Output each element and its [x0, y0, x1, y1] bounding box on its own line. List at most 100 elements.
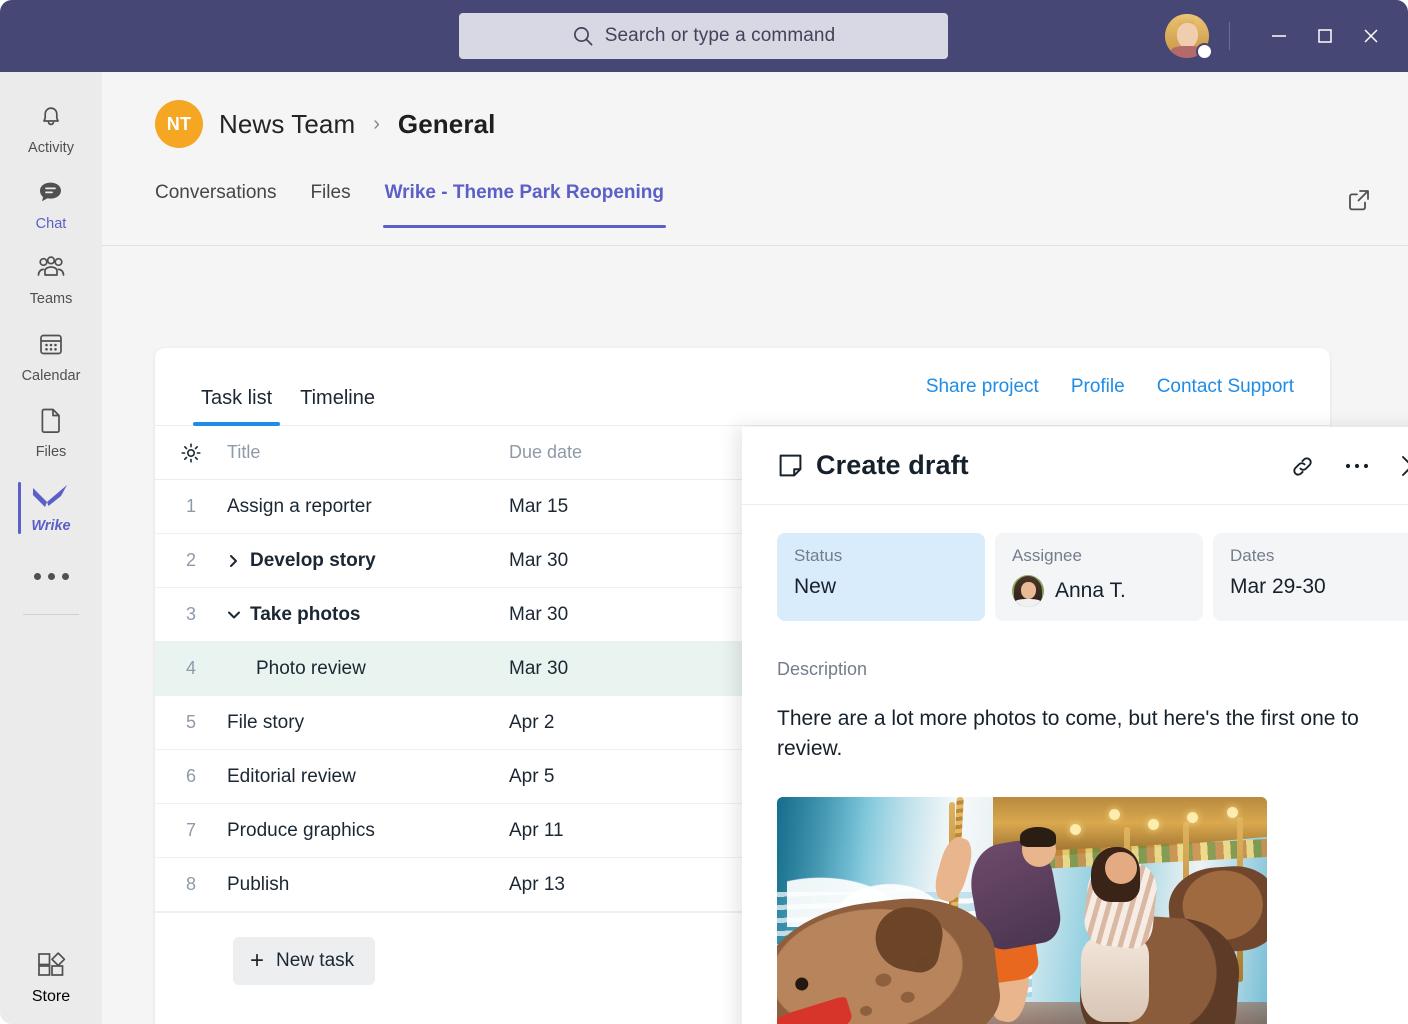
- presence-badge: [1196, 43, 1213, 60]
- row-title-group: Develop story: [227, 550, 509, 572]
- row-number: 8: [155, 874, 227, 895]
- tab-wrike-theme-park-reopening[interactable]: Wrike - Theme Park Reopening: [385, 174, 664, 228]
- wrike-checkmark-icon: [31, 483, 71, 514]
- sidebar-item-label: Store: [32, 988, 70, 1006]
- profile-link[interactable]: Profile: [1071, 376, 1125, 398]
- sidebar-item-calendar[interactable]: Calendar: [0, 318, 102, 394]
- app-rail: Activity Chat: [0, 72, 102, 1024]
- search-input[interactable]: Search or type a command: [459, 13, 948, 59]
- active-indicator: [18, 482, 21, 534]
- channel-tabs: Conversations Files Wrike - Theme Park R…: [102, 174, 1408, 246]
- title-bar: Search or type a command: [0, 0, 1408, 72]
- chat-bubble-icon: [35, 177, 67, 212]
- detail-header: Create draft: [742, 427, 1408, 505]
- dates-label: Dates: [1230, 546, 1408, 566]
- sidebar-item-store[interactable]: Store: [0, 948, 102, 1006]
- store-icon: [35, 948, 67, 983]
- more-dots-icon[interactable]: [1342, 451, 1372, 481]
- description-label: Description: [777, 659, 1408, 680]
- calendar-icon: [36, 329, 66, 364]
- bell-icon: [36, 101, 66, 136]
- link-icon[interactable]: [1287, 451, 1317, 481]
- sidebar-item-chat[interactable]: Chat: [0, 166, 102, 242]
- wrike-toolbar: Task list Timeline Share project Profile…: [155, 348, 1330, 426]
- dates-value: Mar 29-30: [1230, 575, 1408, 599]
- breadcrumb-separator-icon: ›: [373, 113, 380, 136]
- tab-task-list[interactable]: Task list: [193, 387, 280, 426]
- row-due-date: Mar 15: [509, 496, 669, 518]
- wrike-view-tabs: Task list Timeline: [155, 348, 383, 426]
- team-name[interactable]: News Team: [219, 109, 355, 140]
- close-button[interactable]: [1348, 13, 1394, 59]
- dates-field[interactable]: Dates Mar 29-30: [1213, 533, 1408, 621]
- status-label: Status: [794, 546, 985, 566]
- row-number: 5: [155, 712, 227, 733]
- team-avatar: NT: [155, 100, 203, 148]
- row-title: File story: [227, 712, 509, 734]
- row-title: Assign a reporter: [227, 496, 509, 518]
- row-title: Editorial review: [227, 766, 509, 788]
- sidebar-item-label: Activity: [28, 141, 74, 156]
- row-due-date: Mar 30: [509, 658, 669, 680]
- assignee-value-group: Anna T.: [1012, 575, 1203, 607]
- sidebar-item-wrike[interactable]: Wrike: [0, 470, 102, 546]
- channel-header: NT News Team › General: [102, 72, 1408, 148]
- row-due-date: Mar 30: [509, 550, 669, 572]
- avatar[interactable]: [1165, 14, 1209, 58]
- chevron-right-icon[interactable]: [227, 554, 241, 568]
- search-icon: [572, 25, 594, 47]
- row-number: 6: [155, 766, 227, 787]
- row-title: Take photos: [250, 604, 361, 626]
- row-due-date: Apr 5: [509, 766, 669, 788]
- detail-body: Status New Assignee Anna T. Dat: [742, 505, 1408, 1024]
- status-field[interactable]: Status New: [777, 533, 985, 621]
- column-header-due-date[interactable]: Due date: [509, 442, 669, 463]
- sidebar-item-label: Files: [36, 445, 67, 460]
- row-title-group: Take photos: [227, 604, 509, 626]
- row-due-date: Apr 13: [509, 874, 669, 896]
- window-controls-group: [1165, 0, 1408, 72]
- new-task-label: New task: [276, 950, 354, 972]
- wrike-links: Share project Profile Contact Support: [926, 376, 1294, 398]
- file-icon: [37, 405, 65, 440]
- chevron-down-icon[interactable]: [227, 609, 241, 621]
- assignee-name: Anna T.: [1055, 579, 1126, 603]
- sidebar-item-activity[interactable]: Activity: [0, 90, 102, 166]
- row-due-date: Apr 11: [509, 820, 669, 842]
- tab-files[interactable]: Files: [310, 174, 350, 228]
- minimize-button[interactable]: [1256, 13, 1302, 59]
- row-title: Publish: [227, 874, 509, 896]
- sidebar-item-label: Wrike: [31, 519, 70, 534]
- sidebar-item-files[interactable]: Files: [0, 394, 102, 470]
- detail-title: Create draft: [816, 450, 969, 481]
- field-cards: Status New Assignee Anna T. Dat: [777, 533, 1408, 621]
- more-dots-icon[interactable]: [0, 546, 102, 606]
- carousel-photo[interactable]: [777, 797, 1267, 1024]
- contact-support-link[interactable]: Contact Support: [1157, 376, 1294, 398]
- divider: [23, 614, 79, 615]
- row-number: 2: [155, 550, 227, 571]
- breadcrumb: NT News Team › General: [155, 100, 1408, 148]
- tab-conversations[interactable]: Conversations: [155, 174, 276, 228]
- row-due-date: Apr 2: [509, 712, 669, 734]
- close-icon[interactable]: [1397, 451, 1408, 481]
- row-number: 1: [155, 496, 227, 517]
- open-in-new-window-icon[interactable]: [1339, 180, 1379, 220]
- new-task-button[interactable]: + New task: [233, 937, 375, 985]
- row-number: 7: [155, 820, 227, 841]
- column-header-title[interactable]: Title: [227, 442, 509, 463]
- row-number: 4: [155, 658, 227, 679]
- row-title: Produce graphics: [227, 820, 509, 842]
- gear-icon[interactable]: [155, 441, 227, 465]
- maximize-button[interactable]: [1302, 13, 1348, 59]
- assignee-field[interactable]: Assignee Anna T.: [995, 533, 1203, 621]
- description-text[interactable]: There are a lot more photos to come, but…: [777, 704, 1408, 764]
- row-due-date: Mar 30: [509, 604, 669, 626]
- sidebar-item-label: Calendar: [22, 369, 81, 384]
- tab-timeline[interactable]: Timeline: [292, 387, 383, 426]
- row-number: 3: [155, 604, 227, 625]
- share-project-link[interactable]: Share project: [926, 376, 1039, 398]
- tabs-underline: [102, 245, 1408, 246]
- detail-actions: [1287, 427, 1408, 505]
- sidebar-item-teams[interactable]: Teams: [0, 242, 102, 318]
